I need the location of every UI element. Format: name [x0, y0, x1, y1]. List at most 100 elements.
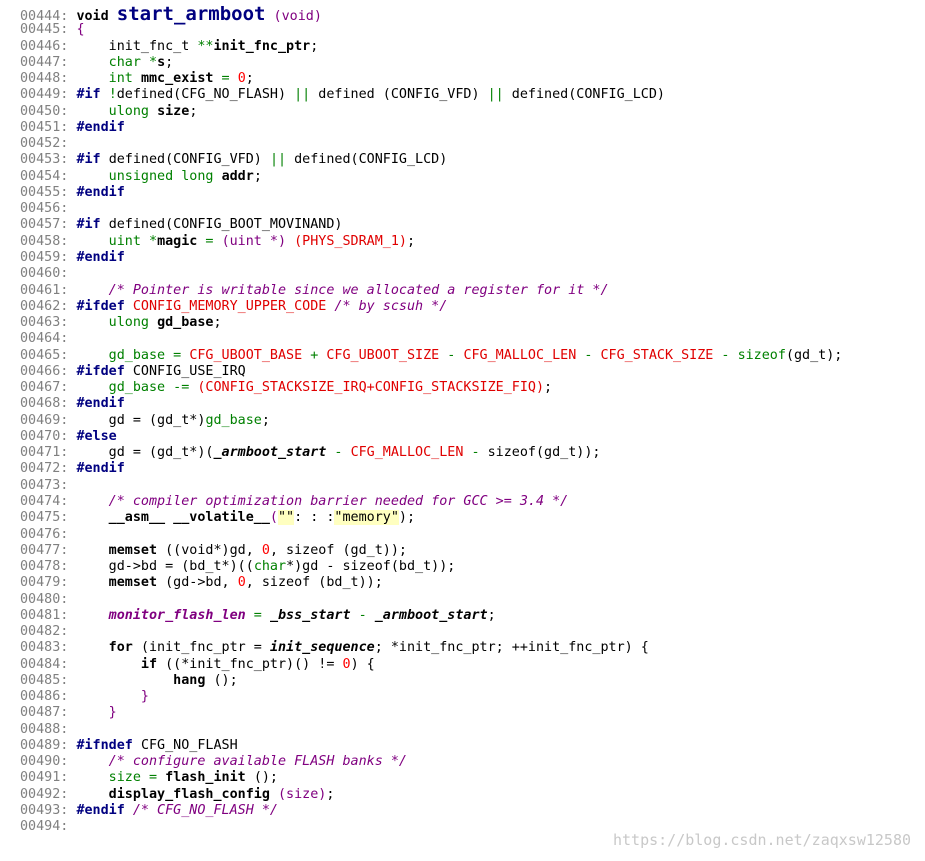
code-token: ulong	[76, 315, 158, 331]
code-token: monitor_flash_len	[76, 607, 246, 623]
code-token: /* compiler optimization barrier needed …	[76, 493, 569, 509]
line-number: 00488:	[20, 721, 69, 737]
code-token: #endif	[76, 249, 125, 265]
code-line: 00457: #if defined(CONFIG_BOOT_MOVINAND)	[20, 217, 842, 233]
code-token: _armboot_start	[213, 445, 327, 461]
code-token: -	[439, 347, 464, 363]
code-token: #endif	[76, 396, 125, 412]
line-number: 00465:	[20, 347, 69, 363]
line-number: 00474:	[20, 493, 69, 509]
code-token: gd = (gd_t*)	[76, 412, 206, 428]
code-token: init_fnc_t	[76, 38, 198, 54]
code-token: memset	[76, 542, 166, 558]
code-token: 0	[261, 542, 270, 558]
code-token: ;	[245, 71, 254, 87]
code-token: -	[350, 607, 375, 623]
code-token: CFG_STACK_SIZE	[600, 347, 714, 363]
line-number: 00446:	[20, 38, 69, 54]
code-token: #ifdef	[76, 298, 133, 314]
code-listing: 00444: void start_armboot (void) 00445: {…	[20, 5, 842, 836]
line-number: 00449:	[20, 87, 69, 103]
code-token: (uint *)	[221, 233, 295, 249]
code-token: (	[269, 510, 278, 526]
code-line: 00478: gd->bd = (bd_t*)((char*)gd - size…	[20, 559, 842, 575]
code-token: *)gd - sizeof(bd_t));	[286, 559, 456, 575]
code-token: "memory"	[334, 510, 399, 526]
line-number: 00460:	[20, 266, 69, 282]
code-token: sizeof(gd_t));	[487, 445, 601, 461]
code-line: 00447: char *s;	[20, 55, 842, 71]
code-token: display_flash_config	[76, 786, 278, 802]
code-token: s	[157, 54, 166, 70]
line-number: 00452:	[20, 136, 69, 152]
line-number: 00472:	[20, 461, 69, 477]
code-token: #if	[76, 87, 109, 103]
code-token: ||	[294, 87, 311, 103]
code-token: -=	[165, 380, 198, 396]
line-number: 00464:	[20, 331, 69, 347]
line-number: 00466:	[20, 363, 69, 379]
code-token: char	[76, 54, 149, 70]
code-token: -	[326, 445, 351, 461]
line-number: 00486:	[20, 689, 69, 705]
code-token: ((*init_fnc_ptr)() !=	[165, 656, 343, 672]
line-number: 00494:	[20, 819, 69, 835]
code-token: char	[253, 559, 287, 575]
line-number: 00455:	[20, 184, 69, 200]
code-line: 00452:	[20, 136, 842, 152]
code-token: ulong	[76, 103, 158, 119]
code-token: =	[213, 71, 238, 87]
code-token: (gd->bd,	[165, 575, 238, 591]
code-token: CFG_UBOOT_SIZE	[326, 347, 440, 363]
code-token: uint	[76, 233, 149, 249]
code-token: ();	[213, 672, 238, 688]
code-token: magic	[157, 233, 198, 249]
code-line: 00487: }	[20, 705, 842, 721]
code-token: ||	[269, 152, 287, 168]
code-line: 00474: /* compiler optimization barrier …	[20, 494, 842, 510]
code-token: ;	[310, 38, 319, 54]
code-token: =	[197, 233, 222, 249]
code-token: CFG_UBOOT_BASE	[189, 347, 303, 363]
line-number: 00476:	[20, 526, 69, 542]
code-line: 00471: gd = (gd_t*)(_armboot_start - CFG…	[20, 445, 842, 461]
code-token: CFG_MALLOC_LEN	[463, 347, 577, 363]
code-token: CONFIG_USE_IRQ	[132, 363, 246, 379]
code-line: 00456:	[20, 201, 842, 217]
code-token: (size)	[277, 786, 327, 802]
code-token: _bss_start	[269, 607, 351, 623]
code-token: (PHYS_SDRAM_1)	[294, 233, 407, 249]
code-token: defined(CONFIG_LCD)	[286, 152, 448, 168]
code-token: memset	[76, 575, 166, 591]
code-token: #if	[76, 217, 109, 233]
code-token: , sizeof (gd_t));	[269, 542, 407, 558]
code-line: 00461: /* Pointer is writable since we a…	[20, 283, 842, 299]
code-token: #ifndef	[76, 737, 141, 753]
code-line: 00489: #ifndef CFG_NO_FLASH	[20, 738, 842, 754]
code-token: int	[76, 71, 141, 87]
code-line: 00448: int mmc_exist = 0;	[20, 71, 842, 87]
line-number: 00457:	[20, 217, 69, 233]
code-line: 00475: __asm__ __volatile__("": : :"memo…	[20, 510, 842, 526]
code-token: CFG_MALLOC_LEN	[350, 445, 464, 461]
line-number: 00456:	[20, 201, 69, 217]
line-number: 00458:	[20, 233, 69, 249]
code-token: }	[76, 689, 149, 705]
code-token: flash_init	[165, 770, 254, 786]
code-token: size	[157, 103, 190, 119]
code-line: 00485: hang ();	[20, 673, 842, 689]
code-token: ; *init_fnc_ptr; ++init_fnc_ptr) {	[374, 640, 649, 656]
code-token: ;	[165, 54, 174, 70]
code-token: *	[149, 233, 158, 249]
code-line: 00486: }	[20, 689, 842, 705]
code-token: for	[76, 640, 141, 656]
code-token: +	[302, 347, 327, 363]
code-line: 00482:	[20, 624, 842, 640]
code-token: ;	[261, 412, 270, 428]
code-line: 00479: memset (gd->bd, 0, sizeof (bd_t))…	[20, 575, 842, 591]
code-token: : : :	[294, 510, 335, 526]
code-token: ;	[253, 168, 262, 184]
code-token: defined(CONFIG_BOOT_MOVINAND)	[108, 217, 343, 233]
code-token: ;	[407, 233, 416, 249]
code-token: sizeof	[737, 347, 786, 363]
